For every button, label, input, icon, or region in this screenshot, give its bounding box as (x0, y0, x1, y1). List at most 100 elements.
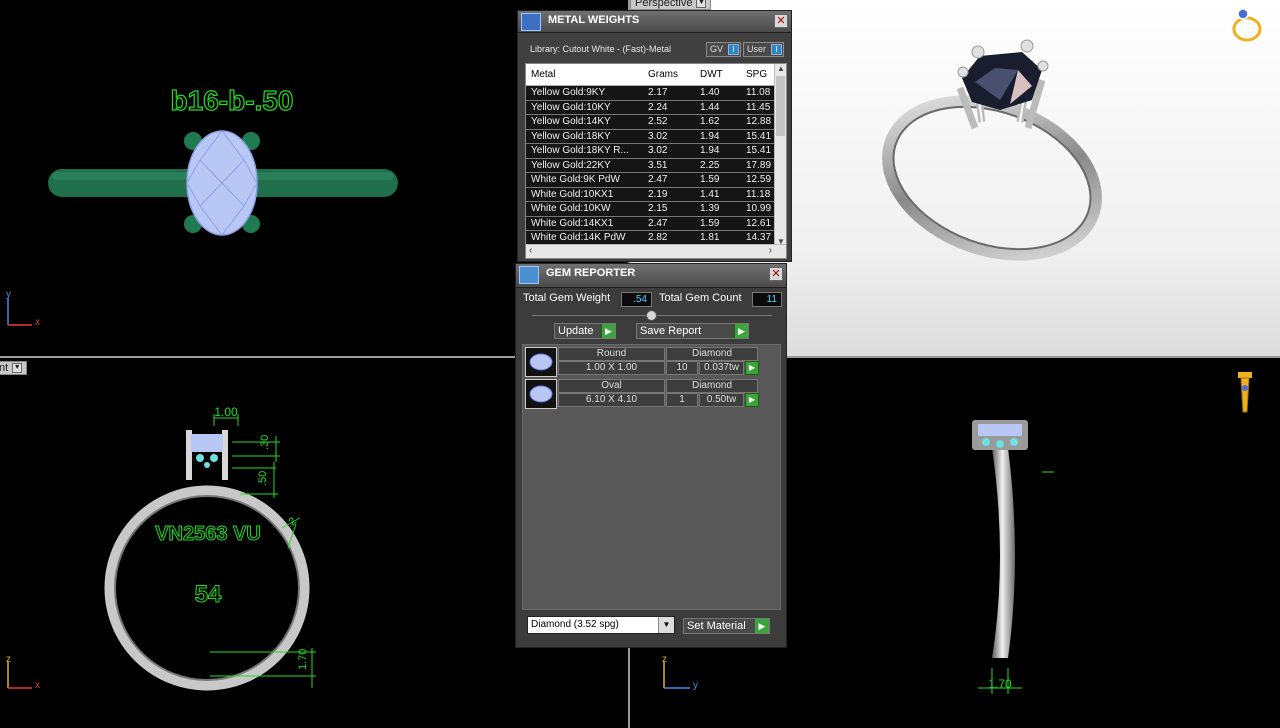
cell-grams: 2.47 (648, 217, 668, 229)
toggle-switch-icon: I (728, 44, 739, 55)
cell-dwt: 1.44 (700, 101, 720, 113)
chevron-down-icon[interactable]: ▼ (696, 0, 707, 9)
cell-grams: 2.47 (648, 174, 668, 185)
table-row[interactable]: White Gold:14KX1 2.47 1.59 12.61 (526, 216, 776, 231)
table-row[interactable]: Yellow Gold:9KY 2.17 1.40 11.08 (526, 86, 776, 101)
table-row[interactable]: Yellow Gold:10KY 2.24 1.44 11.45 (526, 100, 776, 115)
column-header-dwt[interactable]: DWT (700, 69, 723, 80)
cell-grams: 2.24 (648, 101, 668, 113)
table-row[interactable]: Yellow Gold:14KY 2.52 1.62 12.88 (526, 115, 776, 130)
total-gem-weight-label: Total Gem Weight (523, 292, 611, 304)
cell-dwt: 1.41 (700, 188, 720, 200)
gem-front (191, 434, 223, 452)
ring-band-side (992, 448, 1015, 658)
ring-size-text: 54 (195, 581, 222, 608)
cell-spg: 15.41 (746, 145, 772, 156)
table-row[interactable]: White Gold:9K PdW 2.47 1.59 12.59 (526, 173, 776, 188)
cell-dwt: 1.94 (700, 130, 720, 142)
table-row[interactable]: Yellow Gold:22KY 3.51 2.25 17.89 (526, 158, 776, 173)
play-icon: ▶ (755, 619, 769, 633)
cell-grams: 3.02 (648, 130, 668, 142)
axis-y-label: y (693, 680, 698, 691)
column-header-grams[interactable]: Grams (648, 69, 678, 80)
cell-grams: 2.15 (648, 203, 668, 214)
chevron-right-icon[interactable]: › (769, 245, 772, 256)
vertical-scrollbar[interactable]: ▲ ▼ (774, 64, 786, 246)
column-header-spg[interactable]: SPG (746, 69, 767, 80)
library-label: Library: Cutout White - (Fast)-Metal (530, 44, 672, 54)
dimension-width: 1.00 (214, 405, 238, 419)
close-icon[interactable]: ✕ (774, 14, 788, 28)
update-button[interactable]: Update ▶ (554, 323, 616, 339)
annotation-top-label: b16-b-.50 (171, 85, 294, 116)
cell-dwt: 1.40 (700, 87, 720, 98)
column-header-metal[interactable]: Metal (531, 69, 555, 80)
cell-spg: 15.41 (746, 130, 772, 142)
perspective-view-label[interactable]: Perspective ▼ (630, 0, 712, 10)
material-select[interactable]: Diamond (3.52 spg) ▼ (527, 616, 675, 634)
cell-grams: 2.52 (648, 116, 668, 127)
gv-toggle[interactable]: GV I (706, 42, 741, 57)
total-gem-weight-value: .54 (621, 292, 652, 307)
cell-grams: 2.19 (648, 188, 668, 200)
cell-spg: 17.89 (746, 159, 772, 171)
cell-dwt: 1.62 (700, 116, 720, 127)
gem-reporter-panel: GEM REPORTER ✕ Total Gem Weight .54 Tota… (515, 263, 787, 648)
scroll-thumb[interactable] (776, 76, 785, 136)
dimension-50: .50 (257, 471, 269, 486)
gem-material: Diamond (666, 347, 758, 361)
cell-metal: White Gold:14KX1 (531, 217, 614, 229)
cell-metal: Yellow Gold:9KY (531, 87, 606, 98)
cell-dwt: 1.59 (700, 174, 720, 185)
play-icon: ▶ (601, 324, 615, 338)
chevron-down-icon[interactable]: ▼ (658, 617, 674, 633)
gem-reporter-title: GEM REPORTER (546, 267, 636, 279)
cell-grams: 2.82 (648, 232, 668, 243)
dimension-30: .30 (259, 435, 271, 450)
front-view-label[interactable]: nt ▼ (0, 361, 28, 375)
save-report-button[interactable]: Save Report ▶ (636, 323, 749, 339)
set-material-button[interactable]: Set Material ▶ (683, 618, 770, 634)
metal-weights-rows: Yellow Gold:9KY 2.17 1.40 11.08 Yellow Gold:… (526, 86, 776, 246)
cell-spg: 12.88 (746, 116, 772, 127)
gem-material: Diamond (666, 379, 758, 393)
gem-reporter-title-bar[interactable]: GEM REPORTER ✕ (516, 264, 786, 288)
axis-z-label: z (662, 654, 667, 665)
cell-grams: 3.02 (648, 145, 668, 156)
ring-tool-icon[interactable] (1232, 8, 1262, 42)
play-icon[interactable]: ▶ (745, 393, 759, 407)
horizontal-scrollbar[interactable]: ‹ › (526, 244, 786, 258)
table-row[interactable]: White Gold:10KX1 2.19 1.41 11.18 (526, 187, 776, 202)
cell-dwt: 1.59 (700, 217, 720, 229)
cell-metal: Yellow Gold:14KY (531, 116, 611, 127)
gem-count: 10 (666, 361, 698, 375)
table-row[interactable]: Yellow Gold:18KY R... 3.02 1.94 15.41 (526, 144, 776, 159)
play-icon[interactable]: ▶ (745, 361, 759, 375)
gem-shape: Oval (558, 379, 665, 393)
metal-weights-title-bar[interactable]: METAL WEIGHTS ✕ (518, 11, 791, 33)
cell-metal: White Gold:9K PdW (531, 174, 620, 185)
table-row[interactable]: White Gold:10KW 2.15 1.39 10.99 (526, 202, 776, 217)
table-header: Metal Grams DWT SPG (526, 64, 776, 86)
axis-y-label: y (6, 289, 11, 300)
user-toggle[interactable]: User I (743, 42, 784, 57)
play-icon: ▶ (734, 324, 748, 338)
dimension-170-front: 1.70 (297, 649, 309, 670)
collapse-handle[interactable] (646, 310, 657, 321)
cell-metal: White Gold:14K PdW (531, 232, 626, 243)
gem-thumbnail (525, 347, 557, 377)
cell-metal: White Gold:10KX1 (531, 188, 614, 200)
cell-spg: 11.18 (746, 188, 771, 200)
cell-metal: White Gold:10KW (531, 203, 611, 214)
chevron-up-icon[interactable]: ▲ (775, 64, 786, 73)
table-row[interactable]: Yellow Gold:18KY 3.02 1.94 15.41 (526, 129, 776, 144)
axis-z-label: z (6, 654, 11, 665)
chevron-down-icon[interactable]: ▼ (12, 363, 23, 374)
list-item[interactable]: Oval Diamond 6.10 X 4.10 1 0.50tw ▶ (525, 379, 761, 409)
gem-size: 6.10 X 4.10 (558, 393, 665, 407)
chevron-left-icon[interactable]: ‹ (529, 245, 532, 256)
gem-thumbnail (525, 379, 557, 409)
pendant-tool-icon[interactable] (1238, 372, 1252, 413)
close-icon[interactable]: ✕ (769, 267, 783, 281)
list-item[interactable]: Round Diamond 1.00 X 1.00 10 0.037tw ▶ (525, 347, 761, 377)
